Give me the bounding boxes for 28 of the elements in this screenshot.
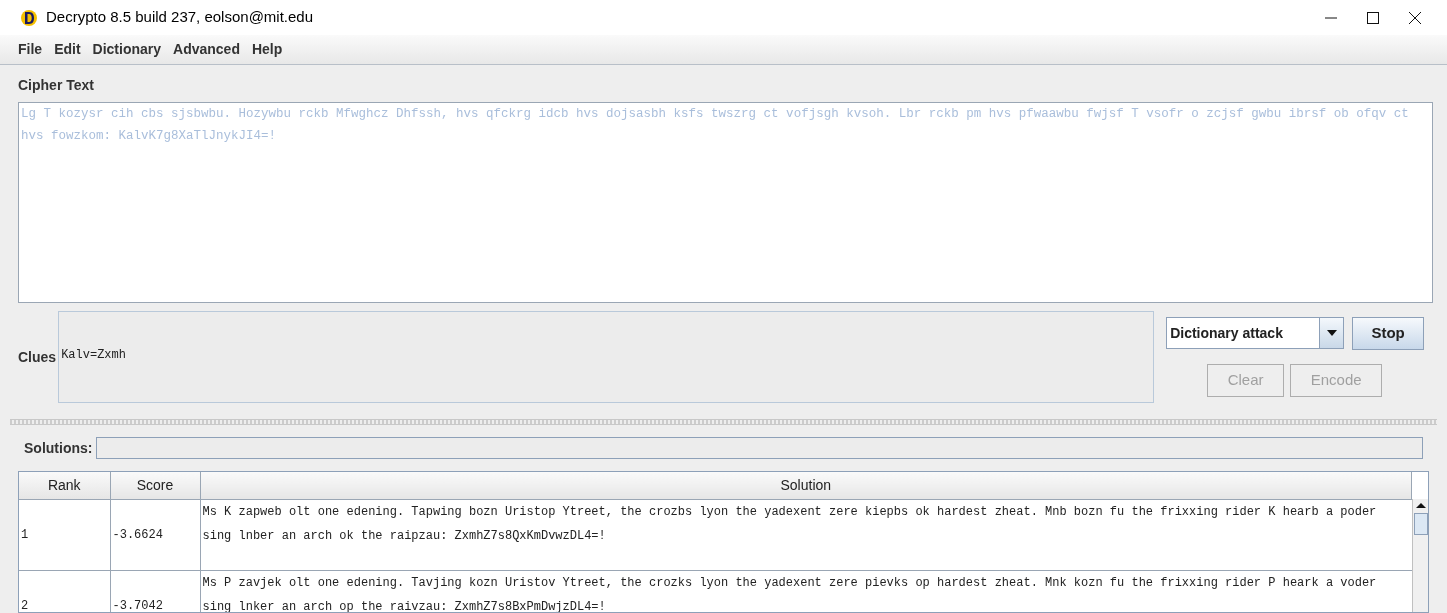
- clues-area[interactable]: Kalv=Zxmh: [58, 311, 1155, 403]
- close-icon[interactable]: [1409, 11, 1421, 24]
- table-cell: Ms K zapweb olt one edening. Tapwing bozn Uristop Ytreet, the crozbs lyon the yadexent zere kiepbs ok hardest zheat. Mnb bozn fu the frixxing rider K hearb a poder sing lnber an arch ok the raipzau: ZxmhZ7s8QxKmDvwzDL4=!: [200, 499, 1412, 570]
- table-cell: -3.7042: [110, 570, 200, 612]
- table-cell: 2: [19, 570, 110, 612]
- solutions-label: Solutions:: [24, 438, 93, 458]
- action-button[interactable]: Stop: [1352, 317, 1425, 350]
- attack-dropdown[interactable]: Dictionary attack: [1166, 317, 1345, 349]
- maximize-icon[interactable]: [1367, 11, 1379, 24]
- column-header[interactable]: Rank: [19, 472, 110, 499]
- window-title: Decrypto 8.5 build 237, eolson@mit.edu: [46, 7, 314, 28]
- menu-item[interactable]: File: [18, 39, 43, 60]
- cipher-text-label: Cipher Text: [18, 76, 95, 95]
- solutions-field[interactable]: [96, 437, 1423, 459]
- menu-item[interactable]: Help: [251, 39, 283, 60]
- scrollbar[interactable]: [1412, 499, 1428, 612]
- clues-label: Clues: [18, 347, 57, 367]
- scroll-thumb[interactable]: [1413, 513, 1428, 535]
- column-header[interactable]: Score: [110, 472, 200, 499]
- column-header[interactable]: Solution: [200, 472, 1412, 499]
- table-cell: Ms P zavjek olt one edening. Tavjing kozn Uristov Ytreet, the crozks lyon the yadexent zere pievks op hardest zheat. Mnk kozn fu the frixxing rider P heark a voder sing lnker an arch op the raivzau: ZxmhZ7s8BxPmDwjzDL4=!: [200, 570, 1412, 612]
- app-logo-icon: [20, 8, 38, 27]
- menu-item[interactable]: Dictionary: [92, 39, 162, 60]
- dropdown-caret-icon: [1326, 330, 1337, 336]
- menu-item[interactable]: Advanced: [173, 39, 240, 60]
- table-cell: 1: [19, 499, 110, 570]
- menu-item[interactable]: Edit: [54, 39, 81, 60]
- table-cell: -3.6624: [110, 499, 200, 570]
